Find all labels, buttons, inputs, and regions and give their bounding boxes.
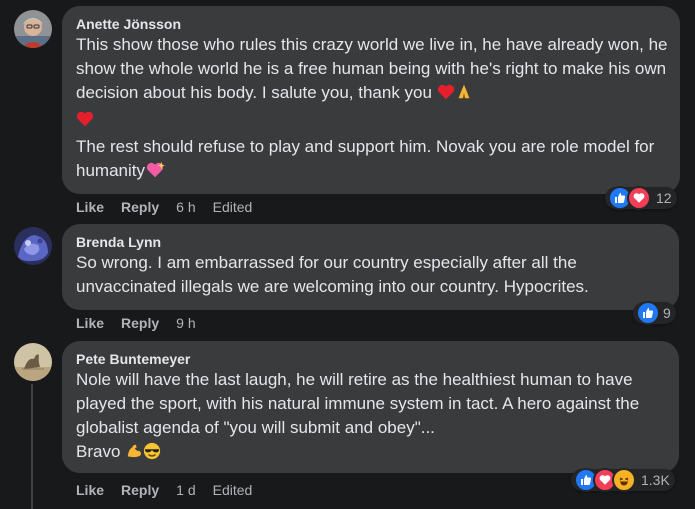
- love-reaction-icon: [627, 186, 651, 210]
- reaction-summary[interactable]: 1.3K: [571, 468, 675, 492]
- comment-timestamp[interactable]: 1 d: [176, 482, 195, 498]
- red-heart-icon: [76, 110, 94, 135]
- comment-text: Nole will have the last laugh, he will r…: [76, 368, 667, 467]
- reply-button[interactable]: Reply: [121, 482, 159, 498]
- comment-bubble: Anette Jönsson This show those who rules…: [62, 6, 680, 194]
- comment-text: This show those who rules this crazy wor…: [76, 33, 668, 186]
- comment-bubble: Pete Buntemeyer Nole will have the last …: [62, 341, 679, 473]
- smiling-face-with-sunglasses-icon: [143, 442, 161, 467]
- reply-button[interactable]: Reply: [121, 315, 159, 331]
- reaction-count: 1.3K: [641, 472, 670, 488]
- comment-text-part: Nole will have the last laugh, he will r…: [76, 370, 644, 437]
- like-button[interactable]: Like: [76, 315, 104, 331]
- reaction-count: 9: [663, 305, 671, 321]
- red-heart-icon: [437, 83, 455, 108]
- sparkling-heart-icon: [145, 161, 165, 186]
- comment-text-part: This show those who rules this crazy wor…: [76, 35, 673, 102]
- comment-text-part: Bravo: [76, 442, 126, 461]
- comment-bubble: Brenda Lynn So wrong. I am embarrassed f…: [62, 224, 679, 310]
- reply-button[interactable]: Reply: [121, 199, 159, 215]
- reaction-summary[interactable]: 9: [633, 301, 676, 325]
- comment-timestamp[interactable]: 9 h: [176, 315, 195, 331]
- avatar[interactable]: [14, 10, 52, 48]
- reaction-count: 12: [656, 190, 672, 206]
- avatar[interactable]: [14, 343, 52, 381]
- reply-thread-line: [31, 384, 33, 509]
- like-reaction-icon: [636, 301, 660, 325]
- edited-label: Edited: [212, 482, 253, 498]
- comment-actions: Like Reply 9 h: [76, 315, 213, 331]
- like-button[interactable]: Like: [76, 199, 104, 215]
- reaction-summary[interactable]: 12: [605, 186, 677, 210]
- comment-actions: Like Reply 6 h Edited: [76, 199, 252, 215]
- like-button[interactable]: Like: [76, 482, 104, 498]
- edited-label: Edited: [212, 199, 253, 215]
- flexed-biceps-icon: [125, 442, 143, 467]
- comment-author[interactable]: Brenda Lynn: [76, 233, 667, 251]
- comment-timestamp[interactable]: 6 h: [176, 199, 195, 215]
- comment-author[interactable]: Pete Buntemeyer: [76, 350, 667, 368]
- comment-actions: Like Reply 1 d Edited: [76, 482, 252, 498]
- haha-reaction-icon: [612, 468, 636, 492]
- avatar[interactable]: [14, 227, 52, 265]
- comment-author[interactable]: Anette Jönsson: [76, 15, 668, 33]
- comment-text: So wrong. I am embarrassed for our count…: [76, 253, 589, 296]
- folded-hands-icon: [455, 83, 473, 108]
